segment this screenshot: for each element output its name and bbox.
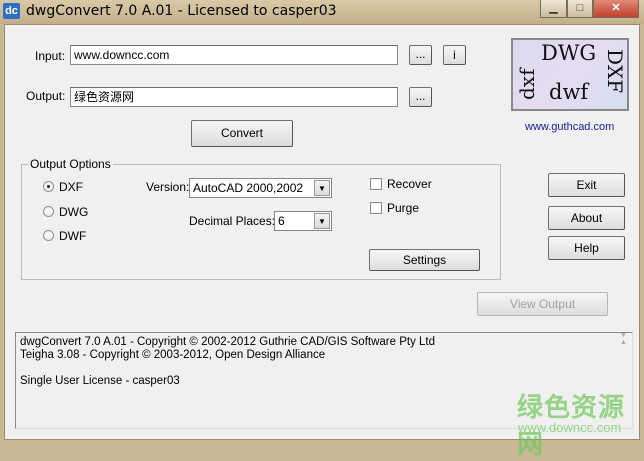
version-select[interactable]: AutoCAD 2000,2002 ▼ xyxy=(189,178,332,198)
logo-dwg: DWG xyxy=(541,41,597,65)
guthcad-link[interactable]: www.guthcad.com xyxy=(525,121,614,133)
log-line: dwgConvert 7.0 A.01 - Copyright © 2002-2… xyxy=(20,336,436,348)
exit-button[interactable]: Exit xyxy=(548,173,625,197)
output-browse-button[interactable]: ... xyxy=(409,87,432,107)
watermark-url: www.downcc.com xyxy=(518,420,622,435)
view-output-button[interactable]: View Output xyxy=(477,292,608,316)
chevron-down-icon[interactable]: ▼ xyxy=(314,180,330,196)
title-bar[interactable]: dc dwgConvert 7.0 A.01 - Licensed to cas… xyxy=(0,0,644,24)
convert-button[interactable]: Convert xyxy=(191,120,293,147)
about-button[interactable]: About xyxy=(548,206,625,230)
output-field[interactable]: 绿色资源网 xyxy=(70,87,398,107)
logo-dxf-upper: DXF xyxy=(603,49,627,94)
chevron-down-icon[interactable]: ▼ xyxy=(314,213,330,229)
logo-dwf: dwf xyxy=(549,80,589,104)
output-label: Output: xyxy=(26,89,66,103)
radio-dxf[interactable] xyxy=(43,181,54,192)
window-title: dwgConvert 7.0 A.01 - Licensed to casper… xyxy=(26,3,337,19)
logo-dxf-lower: dxf xyxy=(515,68,539,100)
format-logo: DWG DXF dxf dwf xyxy=(511,38,629,111)
settings-button[interactable]: Settings xyxy=(369,249,480,271)
decimal-places-label: Decimal Places: xyxy=(189,214,276,228)
info-button[interactable]: i xyxy=(443,45,466,65)
scroll-down-icon[interactable]: ▼ xyxy=(615,329,632,342)
recover-label[interactable]: Recover xyxy=(387,177,432,191)
radio-dwf[interactable] xyxy=(43,230,54,241)
recover-checkbox[interactable] xyxy=(370,178,382,190)
purge-label[interactable]: Purge xyxy=(387,201,419,215)
maximize-button[interactable]: □ xyxy=(567,0,593,18)
radio-dwf-label[interactable]: DWF xyxy=(59,229,86,243)
close-button[interactable]: ✕ xyxy=(593,0,639,18)
help-button[interactable]: Help xyxy=(548,236,625,260)
input-browse-button[interactable]: ... xyxy=(409,45,432,65)
decimal-places-select[interactable]: 6 ▼ xyxy=(274,211,332,231)
purge-checkbox[interactable] xyxy=(370,202,382,214)
version-label: Version: xyxy=(146,180,190,194)
log-line: Teigha 3.08 - Copyright © 2003-2012, Ope… xyxy=(20,349,326,361)
app-icon: dc xyxy=(3,3,20,19)
version-value: AutoCAD 2000,2002 xyxy=(193,181,304,195)
main-dialog: Input: www.downcc.com ... i Output: 绿色资源… xyxy=(4,24,640,459)
radio-dwg[interactable] xyxy=(43,206,54,217)
radio-dwg-label[interactable]: DWG xyxy=(59,205,88,219)
output-options-title: Output Options xyxy=(28,157,113,171)
input-field[interactable]: www.downcc.com xyxy=(70,45,398,65)
decimal-places-value: 6 xyxy=(278,214,285,228)
minimize-button[interactable]: ▁ xyxy=(540,0,567,18)
input-label: Input: xyxy=(35,49,66,63)
radio-dxf-label[interactable]: DXF xyxy=(59,180,83,194)
log-scrollbar[interactable]: ▲ ▼ xyxy=(615,332,632,346)
